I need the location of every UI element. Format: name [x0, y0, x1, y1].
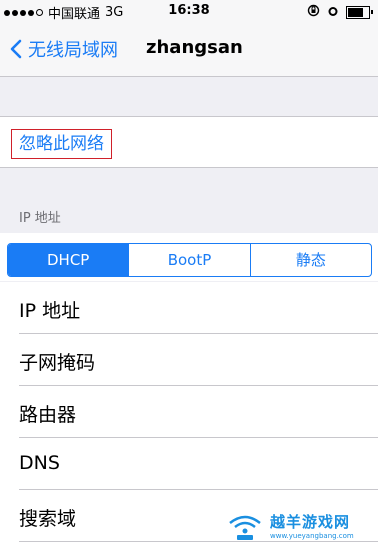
list-item-dns[interactable]: DNS: [0, 438, 378, 490]
list-item-label: DNS: [19, 452, 60, 474]
segment-dhcp[interactable]: DHCP: [8, 244, 130, 276]
watermark-text: 越羊游戏网 www.yueyangbang.com: [270, 511, 354, 540]
segment-bootp[interactable]: BootP: [129, 244, 251, 276]
list-item-label: 搜索域: [19, 508, 77, 530]
status-right: [307, 4, 373, 20]
watermark-logo-icon: [224, 509, 266, 541]
back-button[interactable]: 无线局域网: [10, 36, 118, 62]
forget-network-button[interactable]: 忽略此网络: [11, 129, 112, 159]
list-item-ip-address[interactable]: IP 地址: [0, 282, 378, 334]
section-spacer: [0, 77, 378, 117]
watermark: 越羊游戏网 www.yueyangbang.com: [224, 507, 374, 543]
list-item-label: 子网掩码: [19, 352, 96, 374]
ip-section-header: IP 地址: [19, 211, 61, 226]
page-title: zhangsan: [146, 37, 243, 58]
ip-mode-segmented-control: DHCP BootP 静态: [7, 243, 372, 277]
navigation-bar: 无线局域网 zhangsan: [0, 22, 378, 77]
watermark-title: 越羊游戏网: [270, 512, 351, 531]
list-item-label: 路由器: [19, 404, 77, 426]
list-item-router[interactable]: 路由器: [0, 386, 378, 438]
forget-network-row: 忽略此网络: [0, 117, 378, 168]
watermark-url: www.yueyangbang.com: [270, 531, 354, 540]
chevron-left-icon: [10, 39, 22, 59]
list-item-subnet-mask[interactable]: 子网掩码: [0, 334, 378, 386]
battery-icon: [346, 5, 373, 19]
alarm-icon: [327, 5, 339, 20]
status-bar: 中国联通 3G 16:38: [0, 0, 378, 22]
rotation-lock-icon: [307, 4, 320, 20]
back-label: 无线局域网: [28, 40, 118, 61]
segment-static[interactable]: 静态: [251, 244, 371, 276]
list-item-label: IP 地址: [19, 300, 81, 322]
